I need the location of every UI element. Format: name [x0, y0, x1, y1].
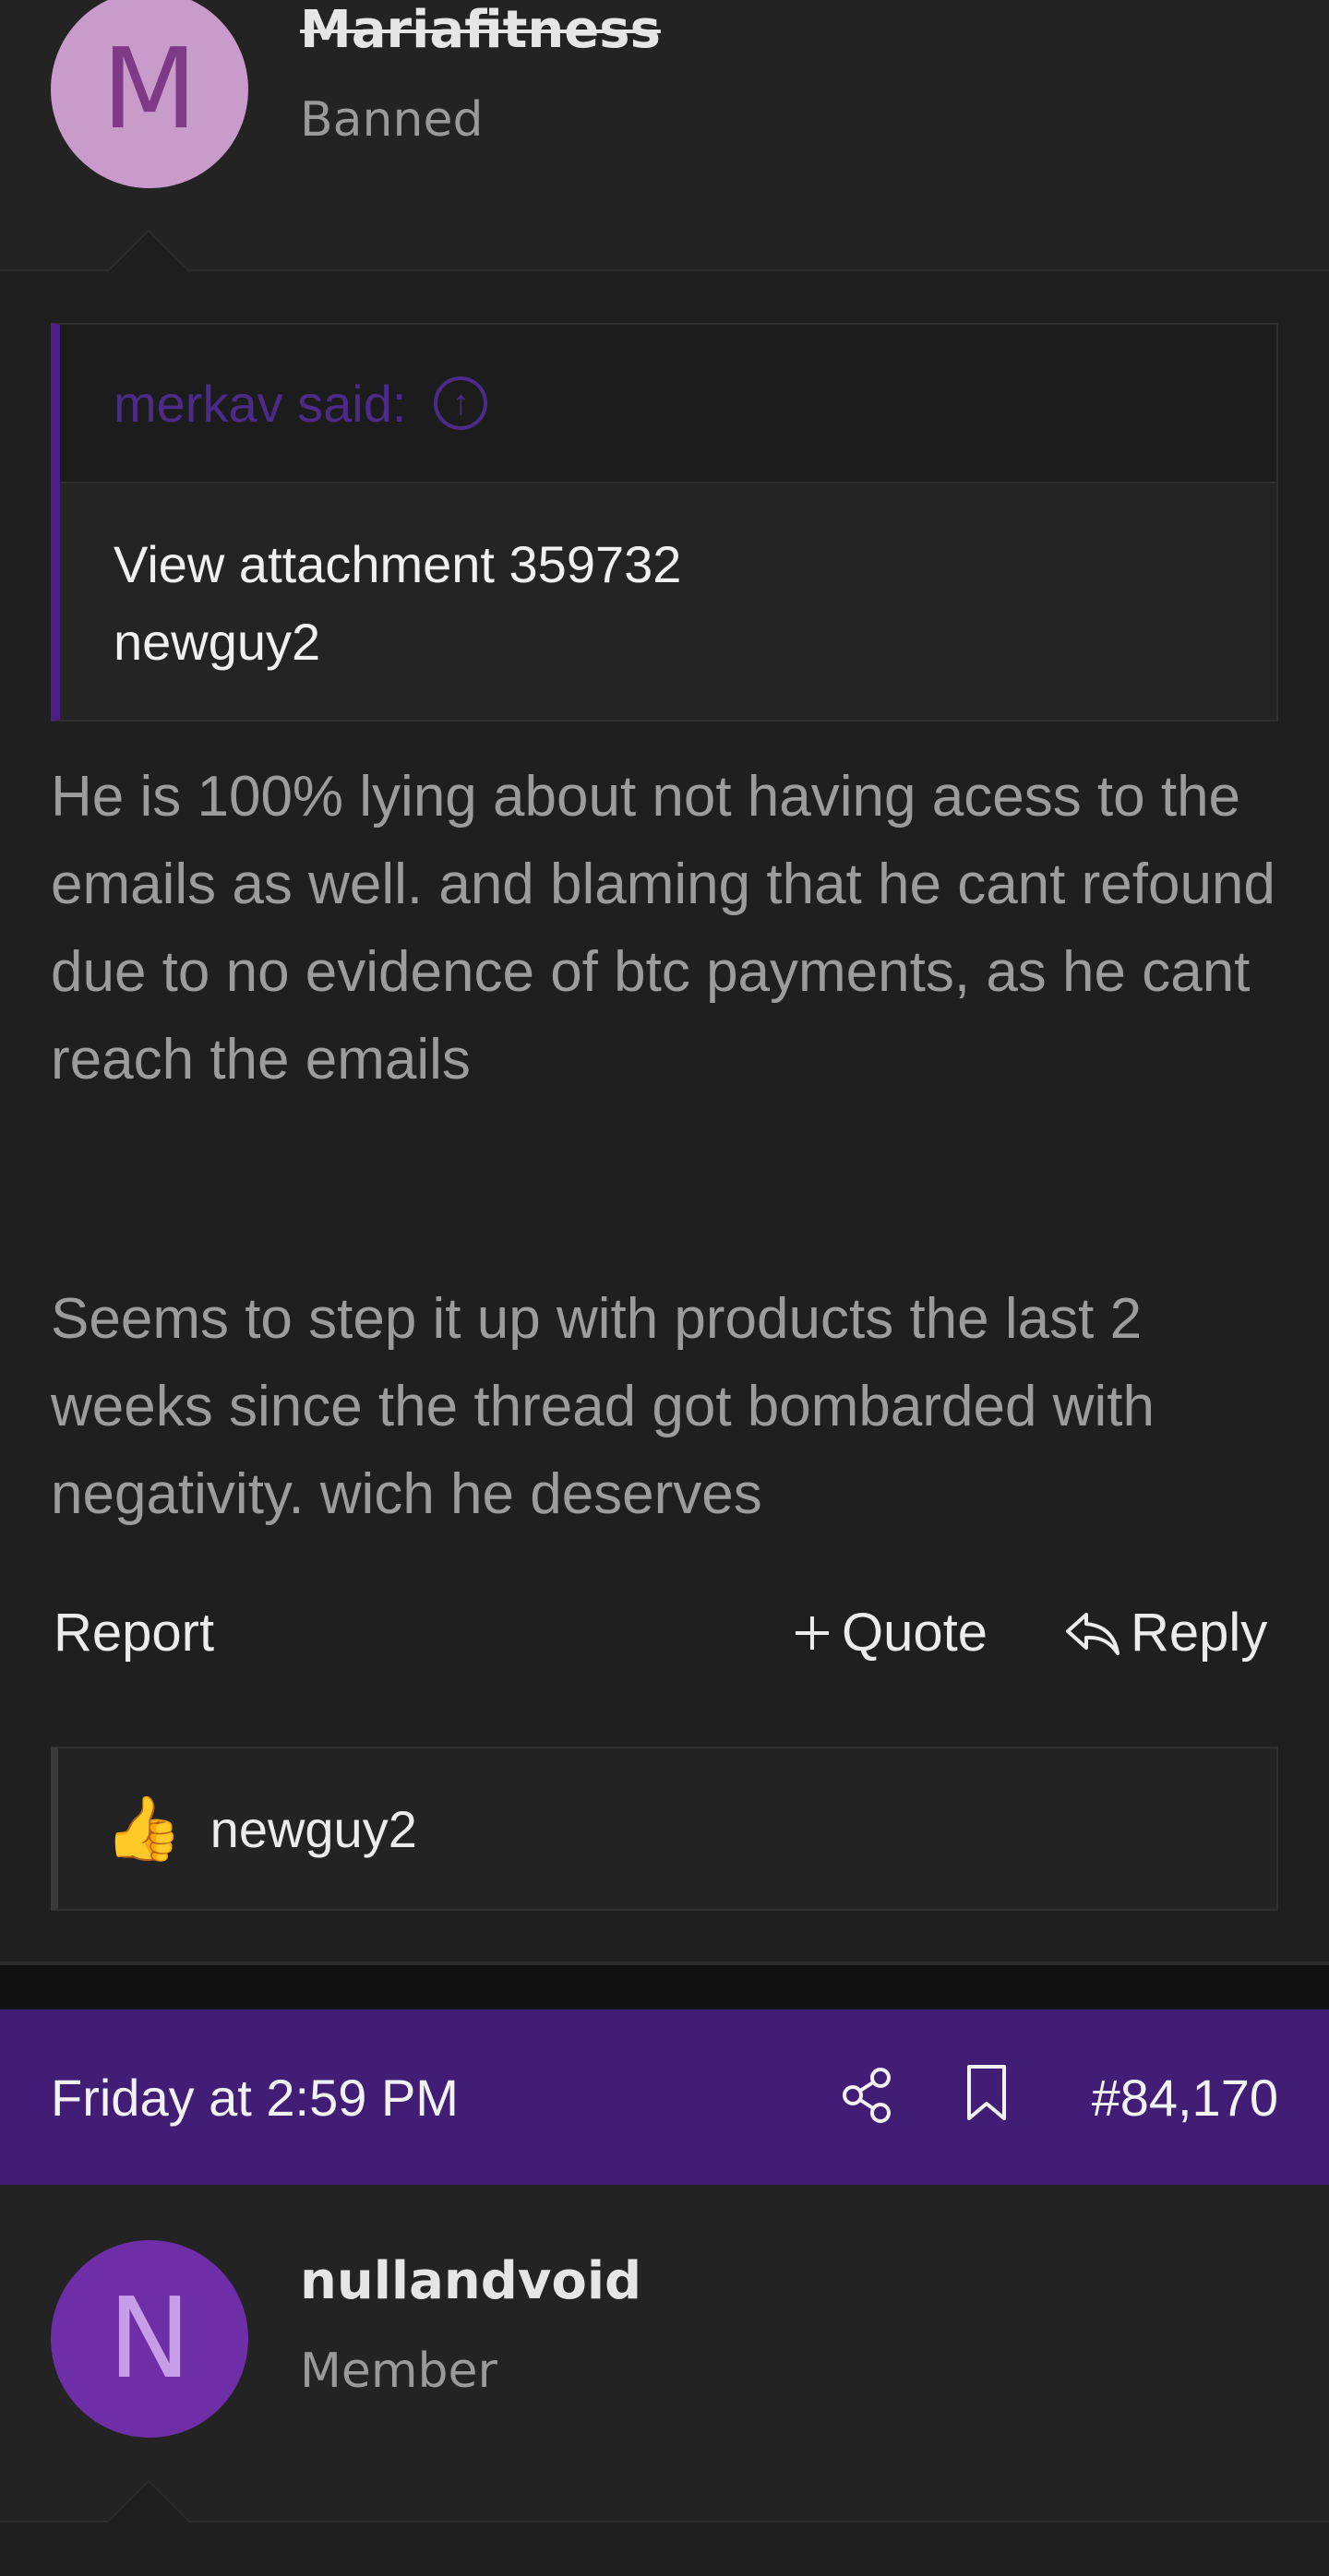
post-actions: Report Quote Reply: [54, 1602, 1281, 1685]
reply-button[interactable]: Reply: [1064, 1602, 1267, 1664]
post-number[interactable]: #84,170: [1092, 2068, 1278, 2128]
post-separator: [0, 1965, 1329, 2010]
reaction-users[interactable]: newguy2: [210, 1799, 417, 1859]
attachment-link[interactable]: View attachment 359732: [114, 526, 1223, 603]
bookmark-icon[interactable]: [964, 2063, 1009, 2124]
post-2-body: [0, 2522, 1329, 2576]
quote-author[interactable]: merkav said:: [114, 374, 406, 434]
header-pointer: [106, 230, 191, 272]
arrow-up-circle-icon[interactable]: ↑: [434, 376, 488, 430]
user-title: Member: [300, 2343, 497, 2399]
post-1-header: M Mariafitness Banned: [0, 0, 1329, 271]
quote-header[interactable]: merkav said: ↑: [60, 325, 1276, 483]
quote-body: View attachment 359732 newguy2: [60, 483, 1276, 681]
post-date[interactable]: Friday at 2:59 PM: [51, 2068, 459, 2128]
quote-block: merkav said: ↑ View attachment 359732 ne…: [51, 323, 1278, 722]
avatar[interactable]: M: [51, 0, 248, 188]
report-button[interactable]: Report: [54, 1602, 214, 1664]
user-title: Banned: [300, 92, 484, 148]
quote-text: newguy2: [114, 613, 321, 671]
reply-arrow-icon: [1066, 1612, 1119, 1655]
quote-label: Quote: [842, 1603, 988, 1663]
thumbs-up-icon: 👍: [104, 1794, 183, 1864]
share-icon[interactable]: [840, 2067, 895, 2124]
reactions-bar[interactable]: 👍 newguy2: [51, 1747, 1278, 1911]
username[interactable]: Mariafitness: [300, 0, 661, 60]
reply-label: Reply: [1131, 1603, 1268, 1663]
report-label: Report: [54, 1603, 215, 1663]
quote-button[interactable]: Quote: [792, 1602, 988, 1664]
message-paragraph: Seems to step it up with products the la…: [51, 1287, 1155, 1526]
post-2-meta-bar: Friday at 2:59 PM #84,170: [0, 2010, 1329, 2185]
plus-icon: [796, 1616, 829, 1650]
avatar[interactable]: N: [51, 2240, 248, 2438]
header-pointer: [106, 2480, 191, 2522]
message-paragraph: He is 100% lying about not having acess …: [51, 765, 1275, 1091]
username[interactable]: nullandvoid: [300, 2251, 641, 2311]
